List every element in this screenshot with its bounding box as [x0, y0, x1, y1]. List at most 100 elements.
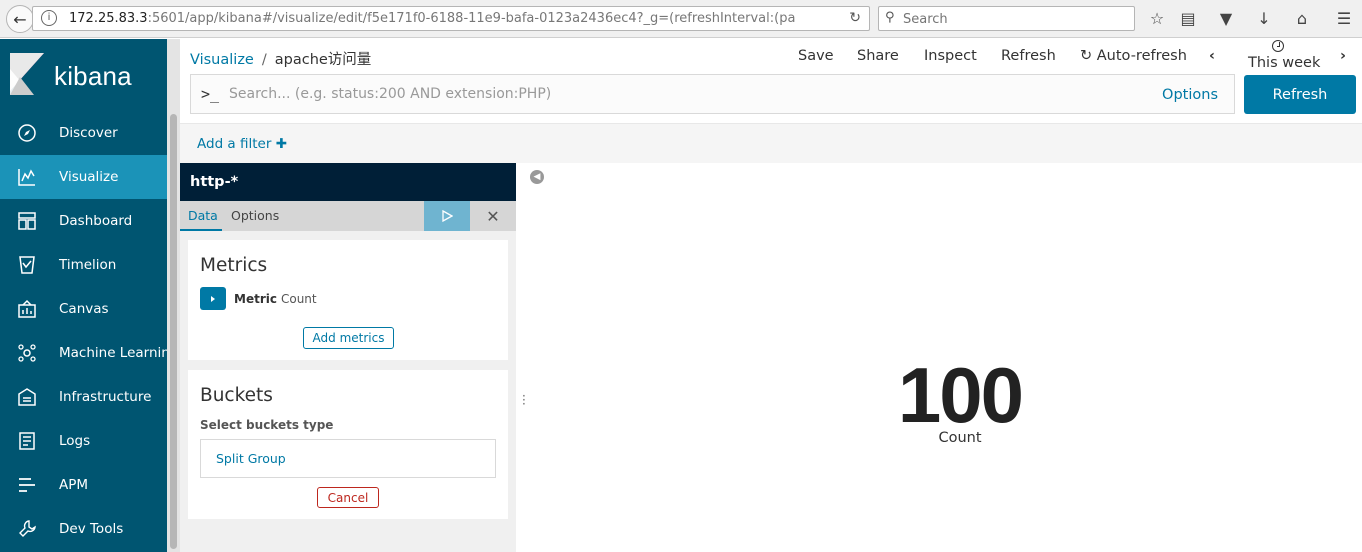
index-pattern-title: http-*	[180, 163, 516, 201]
query-options-button[interactable]: Options	[1162, 87, 1218, 103]
query-prompt-icon: >_	[201, 85, 220, 103]
timelion-icon	[17, 255, 37, 275]
breadcrumb-separator: /	[261, 52, 267, 68]
sidebar-item-label: APM	[59, 477, 89, 493]
sidebar-item-visualize[interactable]: Visualize	[0, 155, 167, 199]
sidebar-item-machine-learning[interactable]: Machine Learning	[0, 331, 178, 375]
sidebar-item-dev-tools[interactable]: Dev Tools	[0, 507, 167, 551]
select-buckets-type-label: Select buckets type	[200, 418, 334, 432]
address-bar[interactable]: i 172.25.83.3:5601/app/kibana#/visualize…	[32, 6, 870, 31]
active-tab-indicator	[180, 229, 222, 231]
time-forward-chevron-icon[interactable]: ›	[1340, 48, 1346, 64]
sidebar-scrollbar-thumb[interactable]	[170, 114, 177, 549]
sidebar-item-label: Logs	[59, 433, 91, 449]
hamburger-menu-icon[interactable]: ☰	[1334, 9, 1354, 29]
sidebar-item-infrastructure[interactable]: Infrastructure	[0, 375, 167, 419]
time-back-chevron-icon[interactable]: ‹	[1209, 48, 1215, 64]
sidebar-item-label: Machine Learning	[59, 345, 179, 361]
save-button[interactable]: Save	[798, 48, 834, 64]
refresh-menu-button[interactable]: Refresh	[1001, 48, 1056, 64]
browser-toolbar: ← i 172.25.83.3:5601/app/kibana#/visuali…	[0, 0, 1362, 38]
sidebar-item-label: Visualize	[59, 169, 119, 185]
apply-changes-button[interactable]	[424, 201, 470, 231]
url-text[interactable]: 172.25.83.3:5601/app/kibana#/visualize/e…	[69, 11, 844, 26]
pocket-icon[interactable]: ▼	[1216, 9, 1236, 29]
play-icon	[442, 210, 453, 222]
add-filter-label: Add a filter	[197, 136, 272, 152]
chart-icon	[17, 167, 37, 187]
metrics-card: Metrics Metric Count Add metrics	[188, 240, 508, 360]
editor-tabs: Data Options ✕	[180, 201, 516, 231]
tab-data[interactable]: Data	[188, 208, 218, 223]
sidebar-item-label: Infrastructure	[59, 389, 152, 405]
url-path: :5601/app/kibana#/visualize/edit/f5e171f…	[147, 11, 796, 26]
browser-search-box[interactable]: ⚲	[878, 6, 1135, 31]
visualization-editor: http-* Data Options ✕ Metrics Metric Coun…	[180, 163, 516, 552]
sidebar-item-label: Canvas	[59, 301, 109, 317]
add-filter-button[interactable]: Add a filter ✚	[197, 136, 287, 152]
buckets-card: Buckets Select buckets type Split Group …	[188, 370, 508, 519]
page-title: apache访问量	[274, 52, 372, 68]
info-icon[interactable]: i	[41, 10, 57, 26]
auto-refresh-label: Auto-refresh	[1096, 48, 1187, 64]
browser-search-input[interactable]	[903, 9, 1128, 29]
url-host: 172.25.83.3	[69, 11, 148, 26]
inspect-button[interactable]: Inspect	[924, 48, 977, 64]
metric-label-name: Metric	[234, 292, 277, 306]
panel-resize-handle[interactable]	[516, 163, 530, 552]
back-arrow-icon[interactable]: ←	[6, 5, 34, 33]
sidebar-item-label: Discover	[59, 125, 118, 141]
refresh-button[interactable]: Refresh	[1244, 75, 1356, 114]
metrics-title: Metrics	[200, 255, 268, 276]
clock-icon	[1272, 40, 1284, 52]
breadcrumb: Visualize / apache访问量	[190, 48, 371, 69]
metric-label-value: Count	[280, 292, 317, 306]
reload-icon[interactable]: ↻	[849, 10, 861, 26]
sidebar-item-logs[interactable]: Logs	[0, 419, 167, 463]
wrench-icon	[17, 519, 37, 539]
sidebar-item-discover[interactable]: Discover	[0, 111, 167, 155]
time-picker-button[interactable]: This week	[1248, 55, 1320, 71]
compass-icon	[17, 123, 37, 143]
download-icon[interactable]: ↓	[1254, 9, 1274, 29]
reading-list-icon[interactable]: ▤	[1178, 9, 1198, 29]
search-icon: ⚲	[885, 10, 895, 25]
refresh-cycle-icon: ↻	[1080, 48, 1093, 64]
resize-grip-icon[interactable]: · · ·	[522, 390, 526, 410]
share-button[interactable]: Share	[857, 48, 899, 64]
sidebar-item-canvas[interactable]: Canvas	[0, 287, 167, 331]
tab-options[interactable]: Options	[231, 208, 279, 223]
kibana-sidebar: kibana Discover Visualize Dashboard Time…	[0, 39, 180, 552]
buckets-title: Buckets	[200, 385, 273, 406]
sidebar-item-label: Dashboard	[59, 213, 133, 229]
split-group-option[interactable]: Split Group	[200, 439, 496, 478]
metric-name-label: Count	[938, 430, 982, 446]
filter-bar: Add a filter ✚	[180, 123, 1362, 163]
metric-expand-toggle[interactable]	[200, 287, 226, 310]
query-search-input[interactable]	[229, 83, 1129, 105]
kibana-logo-icon[interactable]	[10, 53, 44, 95]
star-icon[interactable]: ☆	[1147, 9, 1167, 29]
collapse-sidebar-icon[interactable]: ◀	[530, 170, 544, 184]
kibana-logo-text[interactable]: kibana	[54, 61, 132, 92]
ml-icon	[17, 343, 37, 363]
sidebar-nav: kibana Discover Visualize Dashboard Time…	[0, 39, 178, 552]
sidebar-item-timelion[interactable]: Timelion	[0, 243, 167, 287]
apm-icon	[17, 475, 37, 495]
sidebar-item-label: Timelion	[59, 257, 117, 273]
discard-changes-close-icon[interactable]: ✕	[480, 201, 506, 231]
sidebar-item-apm[interactable]: APM	[0, 463, 167, 507]
breadcrumb-visualize-link[interactable]: Visualize	[190, 52, 254, 68]
plus-icon: ✚	[275, 136, 288, 152]
logs-icon	[17, 431, 37, 451]
auto-refresh-button[interactable]: ↻ Auto-refresh	[1080, 48, 1187, 64]
caret-right-icon	[211, 295, 215, 302]
cancel-button[interactable]: Cancel	[317, 487, 379, 508]
sidebar-item-label: Dev Tools	[59, 521, 124, 537]
home-icon[interactable]: ⌂	[1292, 9, 1312, 29]
sidebar-scrollbar[interactable]	[167, 39, 180, 552]
metric-agg-label[interactable]: Metric Count	[234, 292, 317, 306]
metric-value: 100	[897, 351, 1024, 439]
sidebar-item-dashboard[interactable]: Dashboard	[0, 199, 167, 243]
add-metrics-button[interactable]: Add metrics	[303, 327, 394, 349]
